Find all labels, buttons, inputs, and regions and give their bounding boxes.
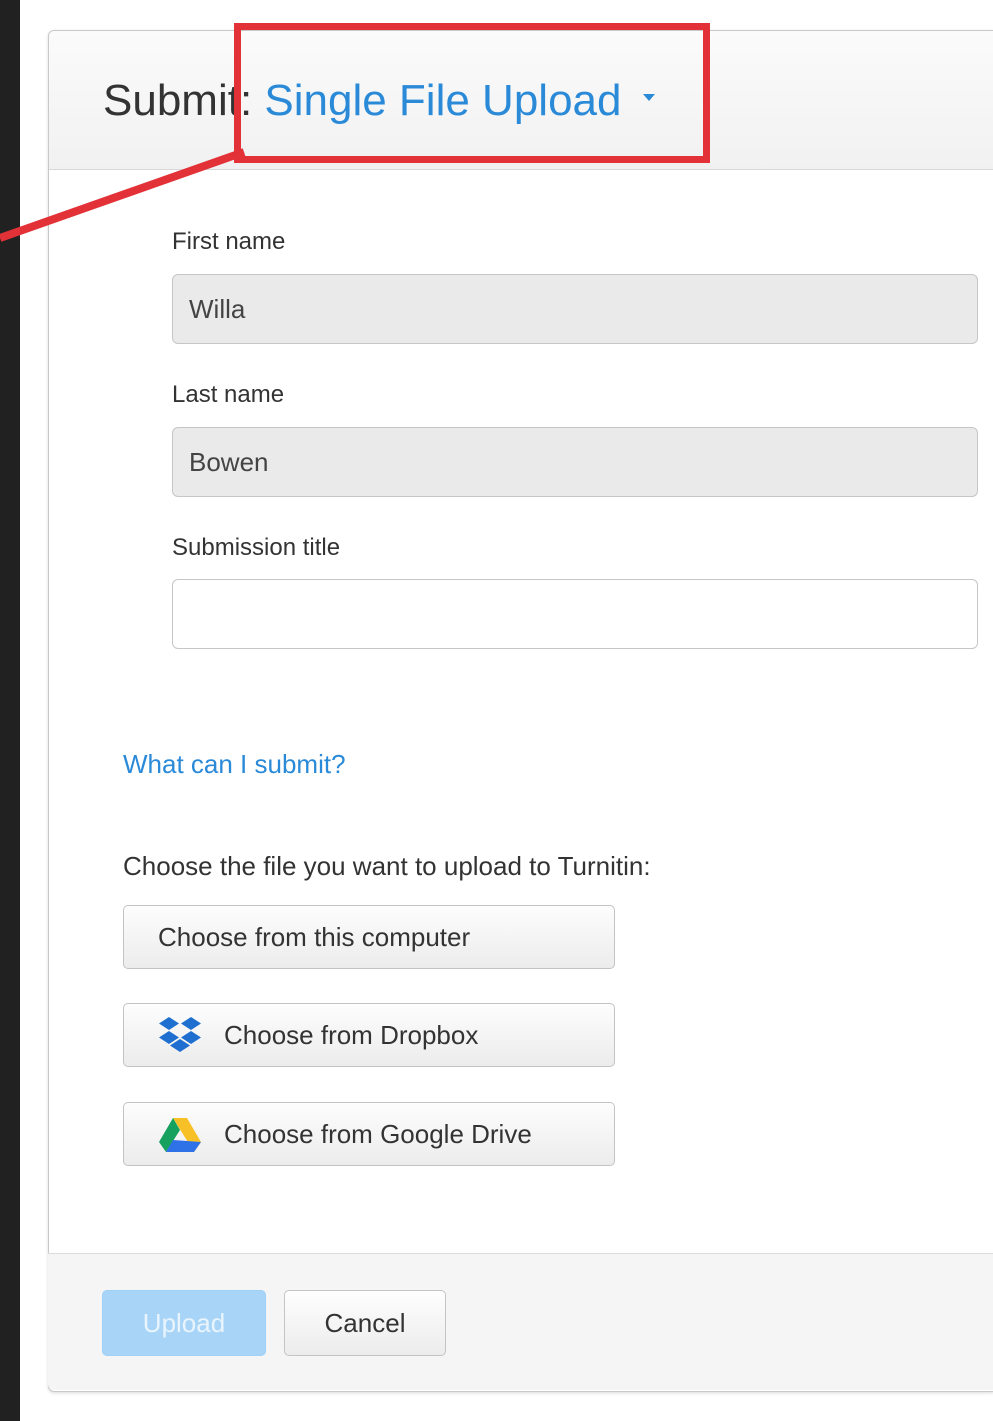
last-name-field[interactable]: [172, 427, 978, 497]
submission-dialog: Submit: Single File Upload First name La…: [48, 30, 993, 1392]
choose-from-computer-label: Choose from this computer: [158, 921, 471, 952]
annotation-highlight-box: [234, 23, 710, 163]
choose-from-google-drive-label: Choose from Google Drive: [224, 1118, 532, 1149]
last-name-label: Last name: [172, 381, 285, 408]
choose-from-dropbox-button[interactable]: Choose from Dropbox: [123, 1003, 615, 1067]
google-drive-icon: [158, 1114, 202, 1154]
dialog-footer: Upload Cancel: [48, 1253, 993, 1390]
choose-from-google-drive-button[interactable]: Choose from Google Drive: [123, 1102, 615, 1166]
upload-button[interactable]: Upload: [102, 1290, 266, 1356]
file-chooser-prompt: Choose the file you want to upload to Tu…: [123, 851, 651, 881]
what-can-i-submit-link[interactable]: What can I submit?: [123, 748, 346, 780]
cancel-button[interactable]: Cancel: [284, 1290, 446, 1356]
submission-title-label: Submission title: [172, 534, 341, 561]
dropbox-icon: [158, 1015, 202, 1055]
first-name-field[interactable]: [172, 274, 978, 344]
submission-title-field[interactable]: [172, 579, 978, 649]
first-name-label: First name: [172, 228, 286, 255]
choose-from-computer-button[interactable]: Choose from this computer: [123, 905, 615, 969]
choose-from-dropbox-label: Choose from Dropbox: [224, 1019, 479, 1050]
